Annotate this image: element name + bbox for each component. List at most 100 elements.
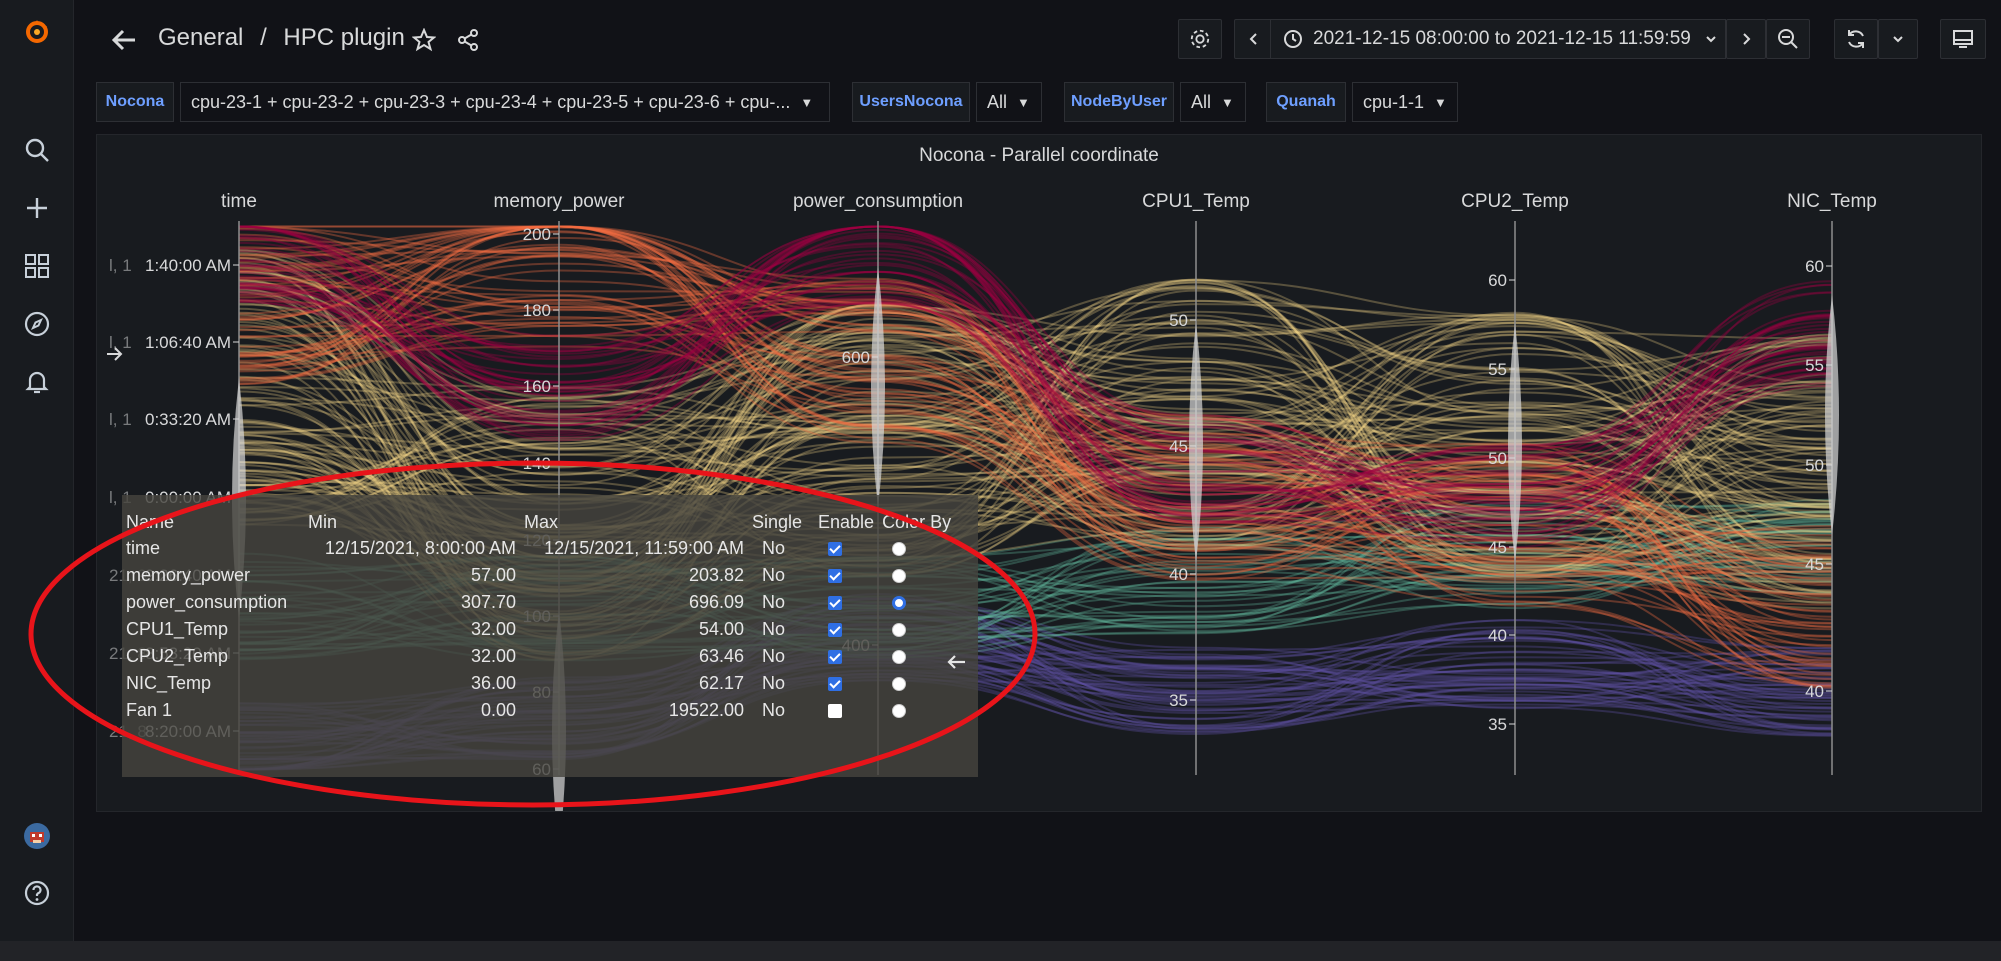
settings-gear-button[interactable] xyxy=(1178,19,1222,59)
variable-select-usersnocona[interactable]: All ▼ xyxy=(976,82,1042,122)
search-icon[interactable] xyxy=(17,130,57,170)
refresh-interval-dropdown[interactable] xyxy=(1878,19,1918,59)
header-color-by: Color By xyxy=(882,511,952,532)
table-row: CPU1_Temp 32.00 54.00 No xyxy=(122,616,958,643)
zoom-out-icon xyxy=(1778,29,1798,49)
variable-value-nocona: cpu-23-1 + cpu-23-2 + cpu-23-3 + cpu-23-… xyxy=(191,91,791,112)
dashboard-title[interactable]: HPC plugin xyxy=(283,24,404,51)
color-by-radio[interactable] xyxy=(892,623,907,638)
share-icon[interactable] xyxy=(452,24,484,56)
tick-label-prefix: l, 1 xyxy=(109,256,132,275)
chevron-down-icon: ▼ xyxy=(1017,94,1030,110)
row-enable[interactable] xyxy=(814,535,878,562)
panel-title[interactable]: Nocona - Parallel coordinate xyxy=(97,145,1981,167)
arrow-left-icon[interactable] xyxy=(945,650,969,674)
row-enable[interactable] xyxy=(814,670,878,697)
refresh-button[interactable] xyxy=(1834,19,1878,59)
chevron-down-icon xyxy=(1706,36,1716,43)
color-by-radio[interactable] xyxy=(892,542,907,557)
row-name: Fan 1 xyxy=(126,700,173,720)
enable-checkbox[interactable] xyxy=(828,596,842,611)
row-single[interactable]: No xyxy=(748,670,814,697)
row-single[interactable]: No xyxy=(748,562,814,589)
row-enable[interactable] xyxy=(814,697,878,724)
chevron-down-icon: ▼ xyxy=(1434,94,1447,110)
row-enable[interactable] xyxy=(814,589,878,616)
tick-label: 35 xyxy=(1169,691,1188,710)
table-row: time 12/15/2021, 8:00:00 AM 12/15/2021, 11… xyxy=(122,535,958,562)
plus-icon[interactable] xyxy=(17,188,57,228)
row-color-by[interactable] xyxy=(878,589,958,616)
enable-checkbox[interactable] xyxy=(828,569,842,584)
row-min: 307.70 xyxy=(460,592,516,612)
color-by-radio[interactable] xyxy=(892,596,907,611)
variable-select-nocona[interactable]: cpu-23-1 + cpu-23-2 + cpu-23-3 + cpu-23-… xyxy=(180,82,830,122)
help-icon[interactable] xyxy=(17,873,57,913)
row-name: NIC_Temp xyxy=(126,673,212,693)
explore-compass-icon[interactable] xyxy=(17,304,57,344)
grafana-logo-icon[interactable] xyxy=(17,12,57,52)
row-color-by[interactable] xyxy=(878,697,958,724)
enable-checkbox[interactable] xyxy=(828,623,842,638)
tick-label: 60 xyxy=(1805,257,1824,276)
star-icon[interactable] xyxy=(408,24,440,56)
variable-value-nodebyuser: All xyxy=(1191,91,1212,112)
row-enable[interactable] xyxy=(814,562,878,589)
row-enable[interactable] xyxy=(814,643,878,670)
axis-title-CPU2_Temp[interactable]: CPU2_Temp xyxy=(1461,191,1569,212)
enable-checkbox[interactable] xyxy=(828,650,842,665)
breadcrumb-folder[interactable]: General xyxy=(158,24,243,51)
variable-select-quanah[interactable]: cpu-1-1 ▼ xyxy=(1352,82,1458,122)
color-by-radio[interactable] xyxy=(892,650,907,665)
row-color-by[interactable] xyxy=(878,670,958,697)
time-shift-back-button[interactable] xyxy=(1234,19,1274,59)
row-max: 62.17 xyxy=(698,673,744,693)
row-single[interactable]: No xyxy=(748,535,814,562)
row-enable[interactable] xyxy=(814,616,878,643)
tick-label: 160 xyxy=(523,377,551,396)
color-by-radio[interactable] xyxy=(892,569,907,584)
color-by-radio[interactable] xyxy=(892,677,907,692)
back-arrow-icon[interactable] xyxy=(104,20,144,60)
row-single[interactable]: No xyxy=(748,643,814,670)
tick-label: 180 xyxy=(523,301,551,320)
axis-title-memory_power[interactable]: memory_power xyxy=(494,191,626,212)
variable-label-quanah: Quanah xyxy=(1266,82,1346,122)
row-min: 57.00 xyxy=(470,565,516,585)
axis-title-NIC_Temp[interactable]: NIC_Temp xyxy=(1787,191,1877,212)
row-min: 32.00 xyxy=(470,619,516,639)
enable-checkbox[interactable] xyxy=(828,542,842,557)
tick-label: 40 xyxy=(1805,682,1824,701)
axis-title-time[interactable]: time xyxy=(221,191,257,212)
zoom-out-button[interactable] xyxy=(1766,19,1810,59)
enable-checkbox[interactable] xyxy=(828,704,842,719)
tick-label: 1:40:00 AM xyxy=(145,256,231,275)
row-single[interactable]: No xyxy=(748,697,814,724)
tv-mode-button[interactable] xyxy=(1940,19,1986,59)
time-shift-forward-button[interactable] xyxy=(1726,19,1766,59)
variable-select-nodebyuser[interactable]: All ▼ xyxy=(1180,82,1246,122)
alerting-bell-icon[interactable] xyxy=(17,362,57,402)
time-range-text: 2021-12-15 08:00:00 to 2021-12-15 11:59:… xyxy=(1313,28,1691,49)
color-by-radio[interactable] xyxy=(892,704,907,719)
tick-label: 1:06:40 AM xyxy=(145,333,231,352)
axis-violin-CPU2_Temp xyxy=(1508,322,1522,563)
row-name: time xyxy=(126,538,161,558)
dashboards-icon[interactable] xyxy=(17,246,57,286)
tick-label: 50 xyxy=(1805,456,1824,475)
time-range-picker[interactable]: 2021-12-15 08:00:00 to 2021-12-15 11:59:… xyxy=(1270,19,1726,59)
axis-title-power_consumption[interactable]: power_consumption xyxy=(793,191,963,212)
tick-label: 0:33:20 AM xyxy=(145,410,231,429)
row-color-by[interactable] xyxy=(878,535,958,562)
axis-title-CPU1_Temp[interactable]: CPU1_Temp xyxy=(1142,191,1250,212)
tick-label: 140 xyxy=(523,454,551,473)
row-min: 12/15/2021, 8:00:00 AM xyxy=(324,538,516,558)
row-color-by[interactable] xyxy=(878,616,958,643)
row-color-by[interactable] xyxy=(878,562,958,589)
row-single[interactable]: No xyxy=(748,589,814,616)
user-avatar[interactable] xyxy=(17,816,57,856)
arrow-right-icon[interactable] xyxy=(104,344,124,364)
row-single[interactable]: No xyxy=(748,616,814,643)
enable-checkbox[interactable] xyxy=(828,677,842,692)
variable-value-quanah: cpu-1-1 xyxy=(1363,91,1425,112)
